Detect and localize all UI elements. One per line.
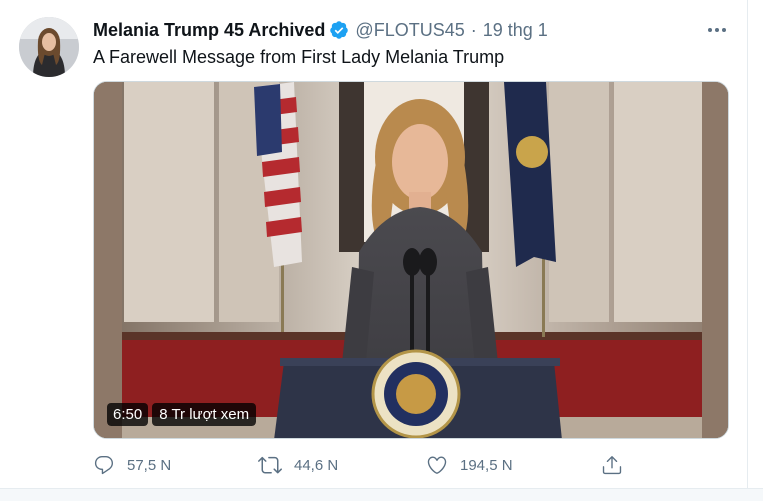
like-button[interactable]: 194,5 N (426, 452, 513, 478)
user-handle[interactable]: @FLOTUS45 (355, 20, 464, 41)
like-count: 194,5 N (460, 456, 513, 474)
retweet-icon (258, 453, 282, 477)
tweet-actions: 57,5 N 44,6 N 194,5 N (93, 452, 633, 478)
video-view-count: 8 Tr lượt xem (152, 402, 257, 426)
video-thumbnail (94, 82, 728, 438)
share-icon (601, 454, 623, 476)
retweet-count: 44,6 N (294, 456, 339, 474)
heart-icon (426, 454, 448, 476)
reply-icon (93, 454, 115, 476)
video-duration: 6:50 (107, 402, 149, 426)
retweet-button[interactable]: 44,6 N (258, 452, 338, 478)
share-button[interactable] (601, 452, 623, 478)
tweet-header: Melania Trump 45 Archived @FLOTUS45 · 19… (93, 19, 548, 41)
more-options-icon[interactable] (704, 20, 730, 40)
verified-badge-icon (329, 20, 349, 40)
video-player[interactable]: 6:50 8 Tr lượt xem (93, 81, 729, 439)
video-badge: 6:50 8 Tr lượt xem (107, 402, 257, 426)
display-name[interactable]: Melania Trump 45 Archived (93, 20, 325, 41)
separator-dot: · (470, 19, 477, 40)
reply-button[interactable]: 57,5 N (93, 452, 171, 478)
reply-count: 57,5 N (127, 456, 172, 474)
tweet-text: A Farewell Message from First Lady Melan… (93, 47, 505, 67)
avatar[interactable] (19, 17, 79, 77)
tweet-timestamp[interactable]: 19 thg 1 (483, 20, 548, 41)
timeline-divider (0, 488, 763, 501)
tweet-card[interactable]: Melania Trump 45 Archived @FLOTUS45 · 19… (0, 0, 748, 488)
